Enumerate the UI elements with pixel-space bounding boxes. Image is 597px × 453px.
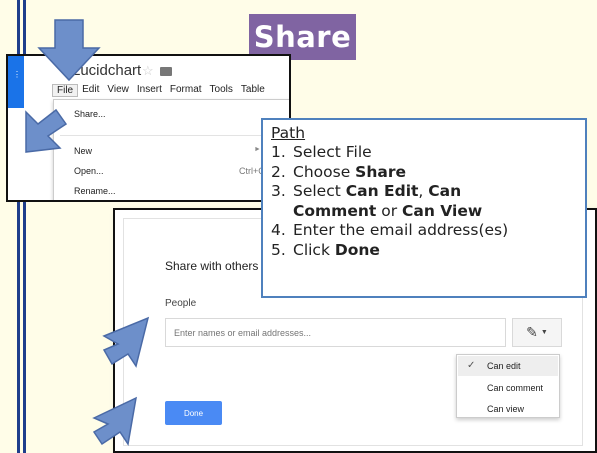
down-arrow-icon xyxy=(37,19,101,82)
menu-file[interactable]: File xyxy=(52,84,79,97)
menu-tools[interactable]: Tools xyxy=(206,84,237,97)
people-label: People xyxy=(165,298,197,309)
chevron-down-icon: ▼ xyxy=(540,329,548,336)
slide: Share ⋮ Lucidchart ☆ File Edit View Inse… xyxy=(0,0,597,453)
step-segment: , xyxy=(418,182,429,200)
app-sidebar-tab: ⋮ xyxy=(8,56,24,108)
step-keyword: Comment xyxy=(293,201,377,220)
step-segment: Select File xyxy=(293,143,372,161)
done-button[interactable]: Done xyxy=(165,401,222,425)
step-keyword: Done xyxy=(334,240,380,259)
path-step: Comment or Can View xyxy=(271,202,577,222)
permission-menu: ✓ Can edit Can comment Can view xyxy=(456,354,560,418)
folder-icon[interactable] xyxy=(160,67,172,76)
menu-edit[interactable]: Edit xyxy=(78,84,103,97)
step-text: Choose Share xyxy=(293,163,406,183)
step-keyword: Share xyxy=(355,162,406,181)
step-text: Click Done xyxy=(293,241,380,261)
step-number xyxy=(271,202,293,222)
menu-divider xyxy=(60,135,286,136)
step-text: Select Can Edit, Can xyxy=(293,182,461,202)
permission-can-comment[interactable]: Can comment xyxy=(487,383,543,393)
step-segment: Choose xyxy=(293,162,356,181)
step-segment: Enter the email address(es) xyxy=(293,221,509,239)
dialog-heading: Share with others xyxy=(165,259,259,273)
path-step: 2. Choose Share xyxy=(271,163,577,183)
step-number: 4. xyxy=(271,221,286,239)
email-input[interactable] xyxy=(165,318,506,347)
permission-can-view[interactable]: Can view xyxy=(487,404,524,414)
permission-can-edit[interactable]: Can edit xyxy=(487,361,521,371)
step-keyword: Can View xyxy=(402,201,483,220)
step-text: Comment or Can View xyxy=(293,202,482,222)
step-segment: or xyxy=(376,201,403,220)
path-step: 3. Select Can Edit, Can xyxy=(271,182,577,202)
menu-item-rename[interactable]: Rename... xyxy=(74,186,116,196)
step-keyword: Can Edit xyxy=(345,182,419,200)
step-text: Select File xyxy=(293,143,372,163)
submenu-arrow-icon: ► xyxy=(254,146,261,153)
check-icon: ✓ xyxy=(467,360,476,371)
menu-insert[interactable]: Insert xyxy=(133,84,166,97)
step-number: 1. xyxy=(271,143,286,161)
step-number: 5. xyxy=(271,240,286,259)
menu-item-share[interactable]: Share... xyxy=(74,109,106,119)
path-step: 1. Select File xyxy=(271,143,577,163)
path-steps: 1. Select File 2. Choose Share 3. Select Can … xyxy=(271,143,577,260)
step-keyword: Can xyxy=(428,182,462,200)
path-heading: Path xyxy=(271,124,306,142)
menu-format[interactable]: Format xyxy=(166,84,206,97)
file-dropdown: Share... New ► Open... Ctrl+O Rename... xyxy=(53,99,289,200)
step-segment: Select xyxy=(293,182,346,200)
step-segment: Click xyxy=(293,240,335,259)
star-icon[interactable]: ☆ xyxy=(142,63,154,79)
path-step: 5. Click Done xyxy=(271,241,577,261)
pointer-arrow-icon xyxy=(92,396,137,446)
pointer-arrow-icon xyxy=(102,316,150,368)
permission-dropdown-button[interactable]: ✎ ▼ xyxy=(512,318,562,347)
menu-view[interactable]: View xyxy=(103,84,133,97)
pencil-icon: ✎ xyxy=(526,324,538,340)
path-step: 4. Enter the email address(es) xyxy=(271,221,577,241)
path-instructions: Path 1. Select File 2. Choose Share 3. Select… xyxy=(261,118,587,298)
step-number: 3. xyxy=(271,182,286,200)
menu-table[interactable]: Table xyxy=(237,84,269,97)
step-text: Enter the email address(es) xyxy=(293,221,508,241)
pointer-arrow-icon xyxy=(25,108,68,153)
step-number: 2. xyxy=(271,162,286,181)
menu-item-open[interactable]: Open... xyxy=(74,166,104,176)
menu-item-new[interactable]: New xyxy=(74,146,92,156)
menu-bar: File Edit View Insert Format Tools Table xyxy=(52,84,269,97)
